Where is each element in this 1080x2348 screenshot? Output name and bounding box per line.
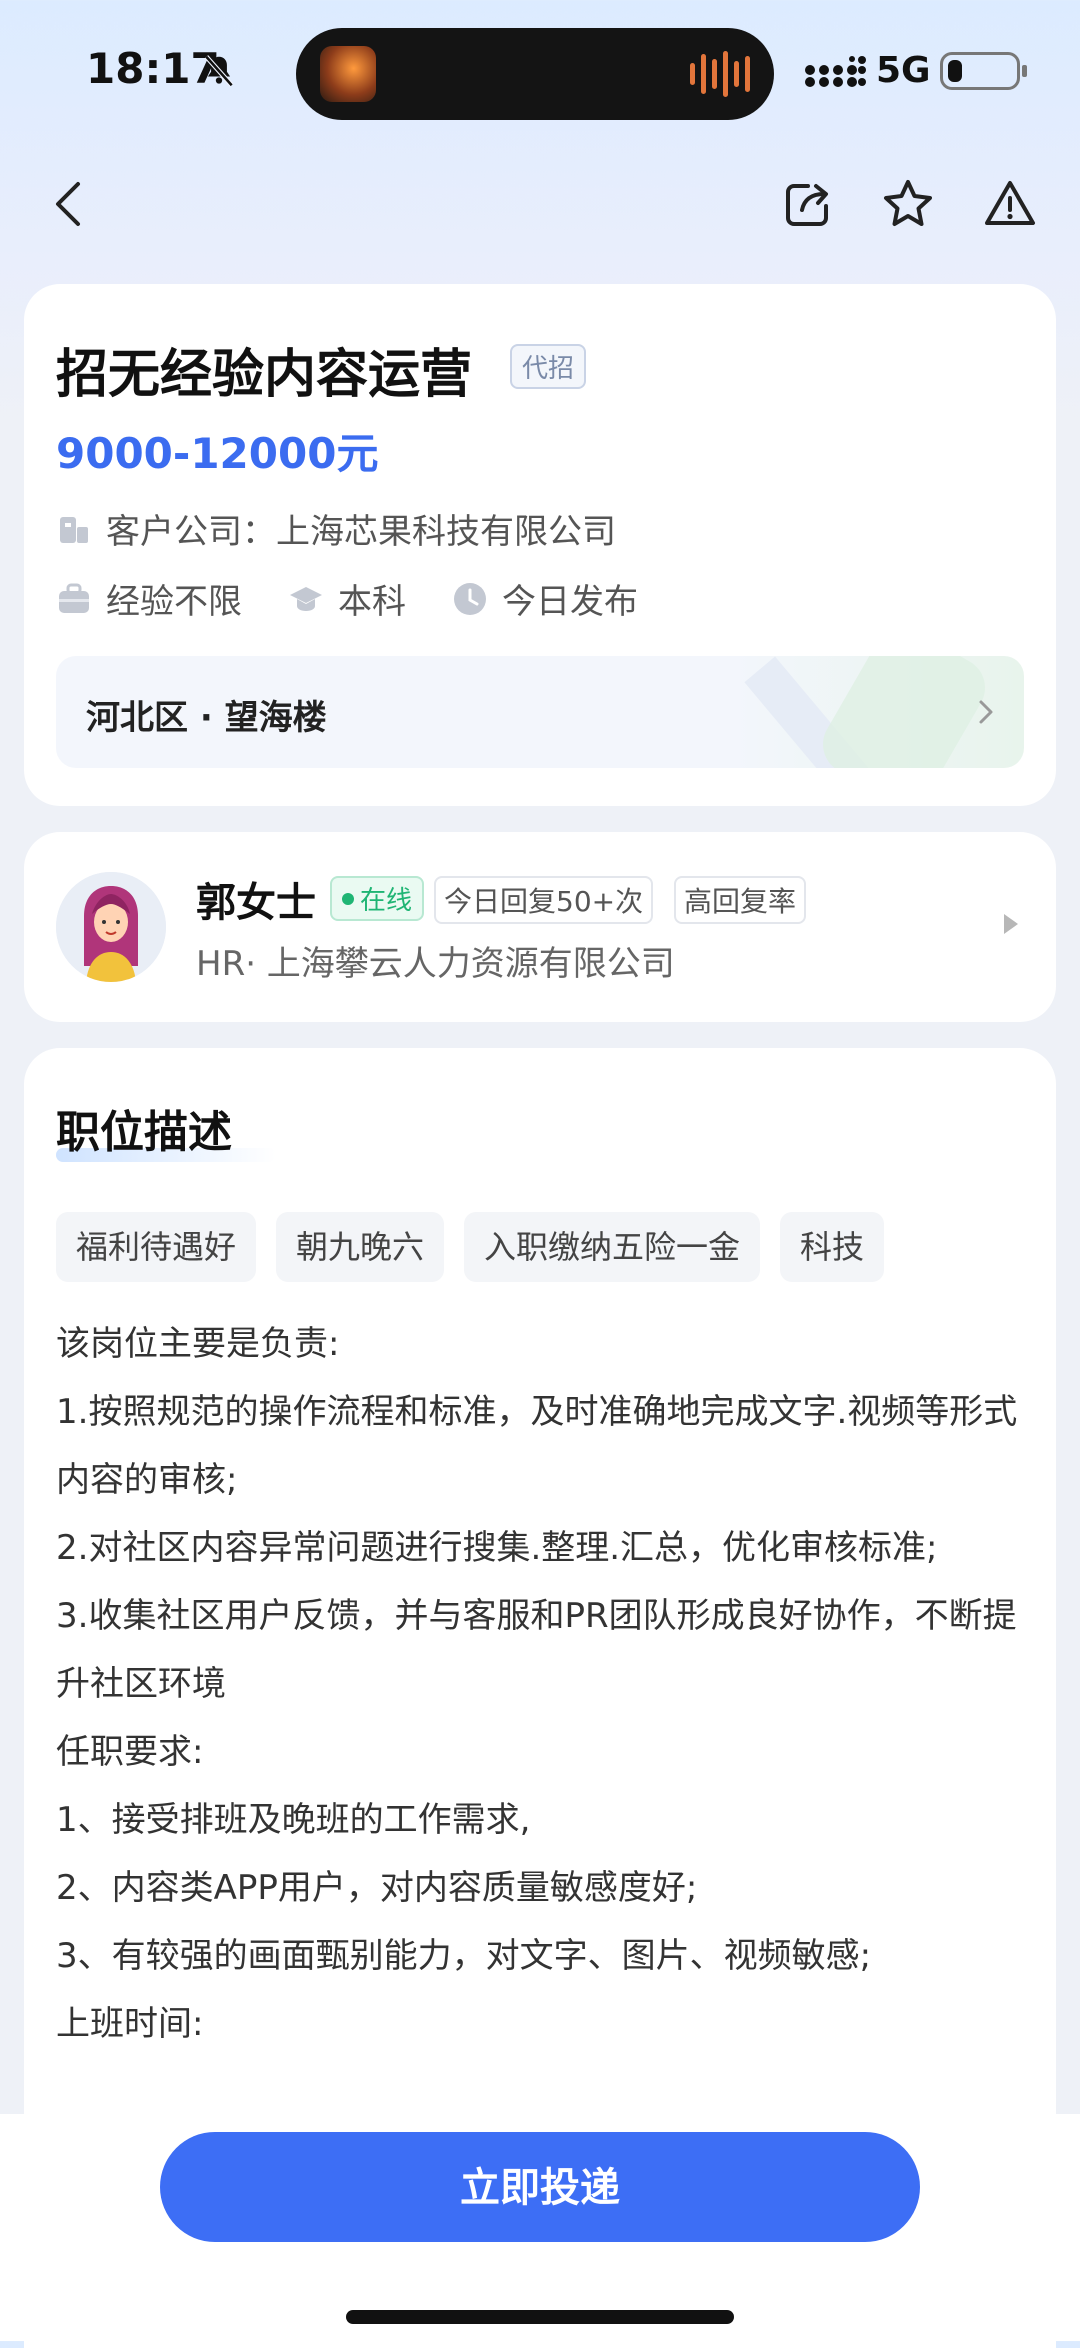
description-line: 1.按照规范的操作流程和标准，及时准确地完成文字.视频等形式内容的审核; [56,1392,1018,1500]
dynamic-island[interactable] [296,28,774,120]
home-indicator[interactable] [346,2310,734,2324]
description-line: 2.对社区内容异常问题进行搜集.整理.汇总，优化审核标准; [56,1528,938,1568]
battery-icon [940,52,1027,90]
briefcase-icon [59,583,89,613]
favorite-star-icon[interactable] [880,176,936,232]
recruiter-avatar [56,872,166,982]
recruiter-company: HR· 上海攀云人力资源有限公司 [196,944,675,984]
benefit-tag: 入职缴纳五险一金 [464,1212,761,1282]
online-status-badge: 在线 [330,876,425,921]
description-line: 3、有较强的画面甄别能力，对文字、图片、视频敏感; [56,1936,872,1976]
building-icon [60,516,88,543]
report-warning-icon[interactable] [982,176,1038,232]
reply-count-badge: 今日回复50+次 [434,876,654,924]
client-company-row: 客户公司：上海芯果科技有限公司 [56,504,616,553]
education-item: 本科 [288,574,406,623]
description-text: 该岗位主要是负责: 1.按照规范的操作流程和标准，及时准确地完成文字.视频等形式… [56,1310,1026,2058]
audio-wave-icon [690,50,750,98]
description-line: 任职要求: [56,1732,204,1772]
status-bar: 18:17 5G [0,0,1080,150]
job-title: 招无经验内容运营 [56,345,473,405]
clock-icon [454,582,486,615]
benefit-tag: 朝九晚六 [276,1212,445,1282]
description-line: 上班时间: [56,2004,204,2044]
posted-time: 今日发布 [502,582,638,622]
client-company: 客户公司：上海芯果科技有限公司 [106,512,616,552]
location-row[interactable]: 河北区 · 望海楼 [56,656,1024,768]
education: 本科 [338,582,406,622]
share-icon[interactable] [780,176,836,232]
benefit-tags: 福利待遇好 朝九晚六 入职缴纳五险一金 科技 [56,1212,885,1282]
cellular-signal-icon [805,56,866,87]
recruiter-card[interactable]: 郭女士 在线 今日回复50+次 高回复率 HR· 上海攀云人力资源有限公司 [24,832,1056,1022]
experience: 经验不限 [106,582,242,622]
graduation-cap-icon [290,586,322,611]
description-line: 该岗位主要是负责: [56,1324,340,1364]
agency-tag: 代招 [510,344,587,389]
caret-right-icon [1004,914,1018,934]
job-info-card: 招无经验内容运营 代招 9000-12000元 客户公司：上海芯果科技有限公司 … [24,284,1056,806]
salary: 9000-12000元 [56,429,379,478]
recruiter-name: 郭女士 [196,880,316,926]
bottom-action-bar: 立即投递 [0,2114,1080,2341]
job-meta-row: 经验不限 本科 今日发布 [56,574,684,623]
reply-rate-badge: 高回复率 [674,876,807,924]
benefit-tag: 福利待遇好 [56,1212,257,1282]
network-type: 5G [876,50,931,91]
experience-item: 经验不限 [56,574,242,623]
chevron-right-icon [979,700,993,724]
mute-bell-icon [204,55,234,87]
apply-button[interactable]: 立即投递 [160,2132,920,2242]
now-playing-artwork [320,46,376,102]
back-icon[interactable] [42,176,98,232]
section-title: 职位描述 [56,1107,232,1158]
online-label: 在线 [360,886,413,916]
location-text: 河北区 · 望海楼 [86,698,327,738]
description-line: 3.收集社区用户反馈，并与客服和PR团队形成良好协作，不断提升社区环境 [56,1596,1017,1704]
online-dot-icon [342,892,354,905]
posted-item: 今日发布 [452,574,638,623]
description-line: 2、内容类APP用户，对内容质量敏感度好; [56,1868,698,1908]
benefit-tag: 科技 [780,1212,885,1282]
description-line: 1、接受排班及晚班的工作需求, [56,1800,531,1840]
